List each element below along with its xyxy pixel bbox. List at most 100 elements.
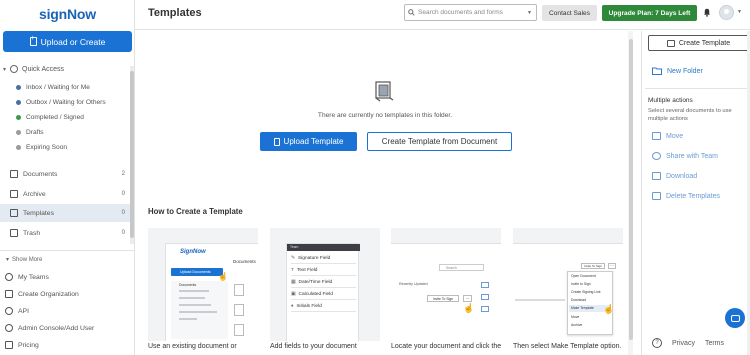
status-dot-icon (16, 130, 21, 135)
action-label: Delete Templates (666, 192, 720, 200)
bell-icon[interactable] (703, 8, 711, 17)
sidebar-item-api[interactable]: API (5, 307, 29, 315)
tutorial-card-locate: Search Recently Updated Invite To Sign ⋯… (391, 228, 501, 341)
quick-access-item-outbox[interactable]: Outbox / Waiting for Others (16, 99, 106, 106)
clock-icon (10, 65, 19, 73)
upload-document-icon (29, 35, 37, 46)
card-field-label: Text Field (296, 268, 318, 273)
sidebar-item-label: API (18, 307, 29, 315)
sidebar-item-label: Pricing (18, 341, 39, 349)
how-to-heading: How to Create a Template (148, 207, 243, 216)
upload-template-button[interactable]: Upload Template (260, 132, 357, 151)
card-screenshot: Team ✎ Signature Field T Text Field ▦ Date/… (286, 243, 360, 341)
app-logo[interactable]: signNow (0, 6, 135, 22)
card-field-label: Calculated Field (298, 292, 333, 297)
sidebar-divider (0, 250, 134, 251)
chevron-down-icon: ▾ (6, 257, 10, 263)
new-folder-label: New Folder (667, 67, 703, 75)
item-count: 2 (121, 171, 125, 177)
upload-or-create-label: Upload or Create (40, 36, 106, 47)
card-menu-item: Invite to Sign (571, 282, 591, 286)
terms-link[interactable]: Terms (705, 340, 724, 347)
move-action[interactable]: Move (652, 132, 683, 140)
quick-access-label: Quick Access (22, 65, 65, 73)
upload-or-create-button[interactable]: Upload or Create (3, 31, 132, 52)
card-screenshot: Invite To Sign ⋯ Open Document Invite to… (513, 243, 623, 341)
delete-templates-action[interactable]: Delete Templates (652, 192, 720, 200)
search-input[interactable]: Search documents and forms ▼ (404, 4, 537, 21)
sidebar-item-pricing[interactable]: Pricing (5, 341, 39, 349)
sidebar-item-templates[interactable]: Templates 0 (0, 204, 132, 222)
page-title: Templates (148, 7, 202, 19)
sidebar-item-create-organization[interactable]: Create Organization (5, 290, 79, 298)
card-menu-item: Create Signing Link (571, 290, 601, 294)
template-icon (10, 209, 18, 217)
card-row-label: Documents (179, 283, 197, 287)
contact-sales-button[interactable]: Contact Sales (542, 5, 597, 21)
scrollbar-thumb[interactable] (628, 39, 633, 340)
card-screenshot: SignNow Upload Documents Documents Docum… (165, 243, 258, 341)
share-icon (652, 152, 661, 160)
download-action[interactable]: Download (652, 172, 697, 180)
chevron-down-icon[interactable]: ▼ (737, 9, 742, 15)
sidebar-item-admin-console[interactable]: Admin Console/Add User (5, 324, 94, 332)
create-template-from-document-button[interactable]: Create Template from Document (367, 132, 512, 151)
multiple-actions-title: Multiple actions (648, 97, 693, 104)
card-menu-item: Download (571, 298, 587, 302)
card-search: Search (439, 264, 484, 271)
move-icon (652, 132, 661, 140)
sidebar-item-label: Templates (23, 209, 54, 217)
tutorial-caption-4: Then select Make Template option. (513, 343, 622, 350)
show-more-toggle[interactable]: ▾ Show More (6, 256, 42, 264)
sidebar-item-documents[interactable]: Documents 2 (0, 165, 132, 183)
scrollbar-thumb[interactable] (130, 71, 134, 238)
quick-access-item-inbox[interactable]: Inbox / Waiting for Me (16, 84, 90, 91)
action-label: Move (666, 132, 684, 140)
quick-access-item-label: Inbox / Waiting for Me (26, 84, 90, 91)
share-with-team-action[interactable]: Share with Team (652, 152, 718, 160)
card-heading: Documents (233, 259, 256, 264)
chat-button[interactable] (725, 308, 745, 328)
quick-access-item-completed[interactable]: Completed / Signed (16, 114, 84, 121)
sidebar-item-trash[interactable]: Trash 0 (0, 224, 132, 242)
card-field-item: ✎ Signature Field (291, 254, 356, 264)
main-scrollbar[interactable] (628, 31, 633, 355)
more-options-icon: ⋯ (463, 295, 472, 302)
status-dot-icon (16, 115, 21, 120)
action-label: Share with Team (666, 152, 719, 160)
status-dot-icon (16, 85, 21, 90)
status-dot-icon (16, 100, 21, 105)
sidebar-item-my-teams[interactable]: My Teams (5, 273, 49, 281)
quick-access-item-drafts[interactable]: Drafts (16, 129, 44, 136)
item-count: 0 (121, 230, 125, 236)
api-icon (5, 307, 13, 315)
create-template-button[interactable]: Create Template (648, 35, 749, 51)
quick-access-toggle[interactable]: ▾ Quick Access (3, 65, 64, 73)
card-upload-button: Upload Documents (171, 268, 223, 276)
upload-document-icon (273, 137, 280, 146)
quick-access-item-expiring[interactable]: Expiring Soon (16, 144, 67, 151)
chevron-down-icon: ▼ (527, 9, 532, 16)
item-count: 0 (121, 210, 125, 216)
upgrade-plan-button[interactable]: Upgrade Plan: 7 Days Left (602, 5, 697, 21)
organization-icon (5, 290, 13, 298)
sidebar-scrollbar[interactable] (130, 66, 134, 244)
privacy-link[interactable]: Privacy (672, 340, 695, 347)
pricing-icon (5, 341, 13, 349)
card-invite-button: Invite To Sign (581, 263, 605, 269)
empty-state-message: There are currently no templates in this… (317, 112, 453, 119)
card-field-item: ♦ Initials Field (291, 302, 356, 312)
tutorial-caption-1: Use an existing document or (148, 343, 237, 350)
card-field-item: T Text Field (291, 266, 356, 276)
avatar[interactable] (719, 5, 734, 20)
sidebar-item-archive[interactable]: Archive 0 (0, 185, 132, 203)
card-field-label: Initials Field (296, 304, 322, 309)
quick-access-item-label: Outbox / Waiting for Others (26, 99, 106, 106)
help-icon[interactable]: ? (652, 338, 662, 348)
cursor-hand-icon: ☝ (603, 304, 615, 314)
new-folder-button[interactable]: New Folder (652, 67, 703, 75)
card-field-item: ▦ Date/Time Field (291, 278, 356, 288)
sidebar-item-label: Archive (23, 190, 46, 198)
tutorial-caption-2: Add fields to your document (270, 343, 357, 350)
sidebar-item-label: Trash (23, 229, 41, 237)
